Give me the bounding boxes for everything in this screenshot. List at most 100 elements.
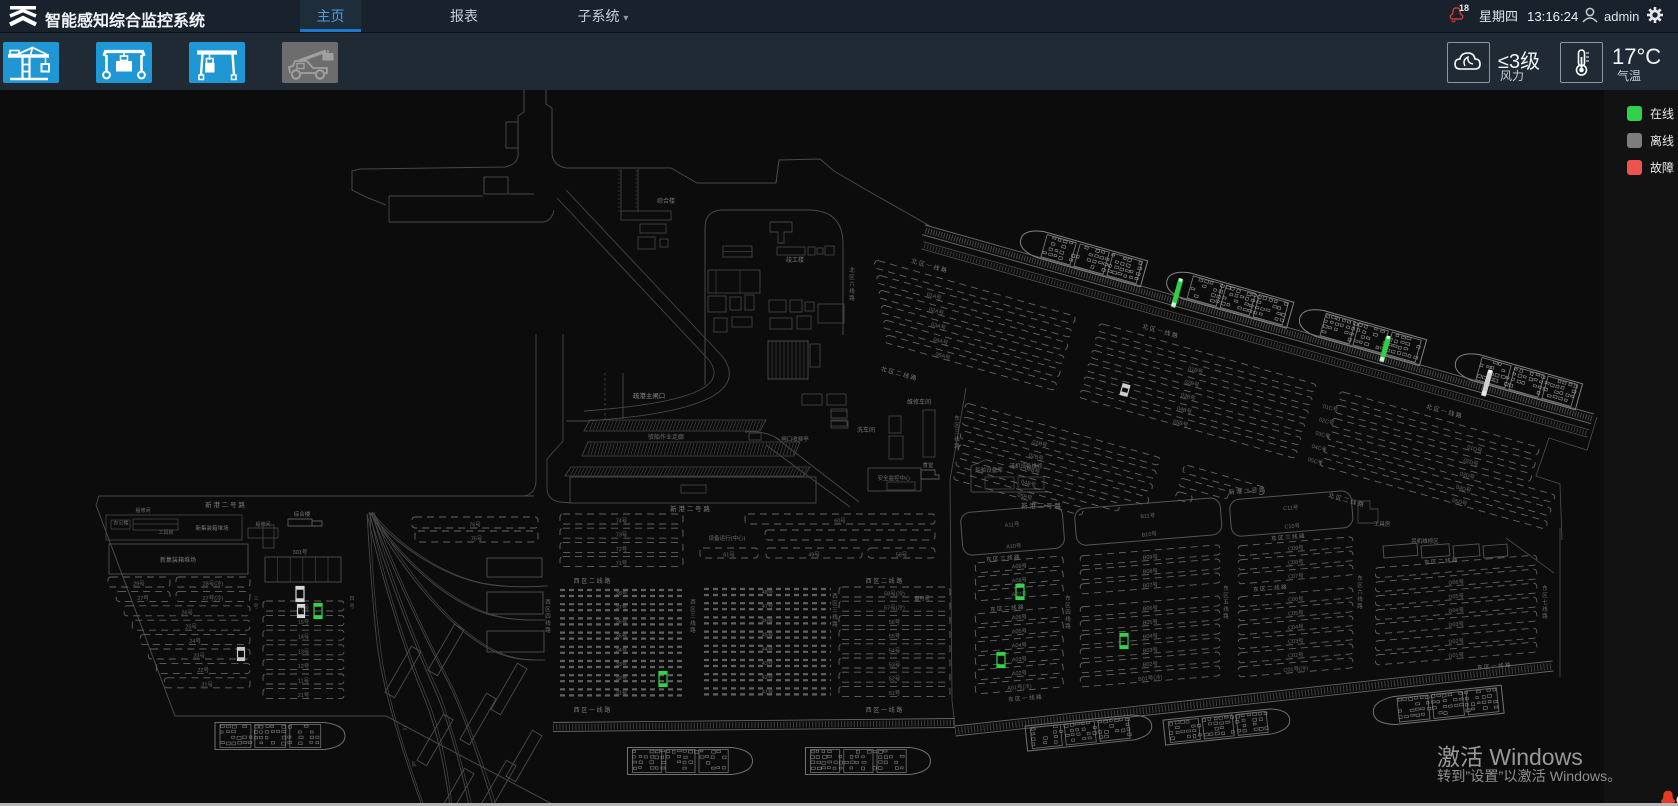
svg-text:C02号: C02号: [1288, 651, 1305, 659]
svg-text:33号: 33号: [616, 661, 628, 668]
svg-text:51号: 51号: [889, 690, 901, 697]
svg-text:新 港 二 号 路: 新 港 二 号 路: [670, 504, 710, 513]
svg-text:12号: 12号: [298, 663, 310, 670]
svg-text:21号: 21号: [298, 692, 310, 699]
svg-text:41号: 41号: [762, 688, 774, 695]
svg-text:驳船作业走廊: 驳船作业走廊: [648, 433, 684, 441]
svg-text:线: 线: [1223, 605, 1229, 613]
svg-text:六: 六: [849, 280, 855, 288]
svg-text:B07号: B07号: [1142, 581, 1158, 589]
svg-text:工具房: 工具房: [158, 529, 173, 536]
svg-text:A02号: A02号: [1012, 669, 1028, 677]
svg-text:工具房: 工具房: [1374, 520, 1391, 528]
svg-text:A09号: A09号: [1012, 562, 1028, 570]
svg-text:线: 线: [545, 619, 551, 627]
svg-text:38号: 38号: [616, 590, 628, 597]
svg-text:区: 区: [954, 422, 960, 429]
svg-text:D01号: D01号: [1448, 651, 1465, 659]
svg-text:23号: 23号: [193, 653, 205, 660]
svg-text:B06号: B06号: [1142, 604, 1158, 612]
svg-text:西: 西: [545, 599, 551, 606]
svg-text:37号: 37号: [616, 604, 628, 611]
svg-text:西 区 二 线 路: 西 区 二 线 路: [574, 577, 611, 585]
svg-text:三: 三: [954, 429, 960, 436]
svg-text:东: 东: [1223, 584, 1229, 592]
svg-text:西 区 一 线 路: 西 区 一 线 路: [574, 706, 611, 714]
svg-text:三: 三: [402, 726, 407, 732]
svg-text:三: 三: [690, 613, 696, 620]
svg-text:路: 路: [832, 620, 838, 628]
svg-text:54号: 54号: [889, 647, 901, 654]
svg-text:36号: 36号: [616, 618, 628, 625]
svg-text:东: 东: [1065, 594, 1071, 602]
svg-text:31号: 31号: [616, 689, 628, 696]
svg-text:区: 区: [690, 606, 696, 613]
svg-text:58号: 58号: [896, 552, 908, 559]
svg-text:44号: 44号: [762, 646, 774, 653]
svg-text:76号: 76号: [469, 522, 481, 529]
svg-text:安全监控中心: 安全监控中心: [877, 474, 911, 482]
svg-text:区: 区: [849, 274, 855, 281]
svg-text:新 港 二 号 路: 新 港 二 号 路: [205, 500, 245, 509]
svg-text:45号: 45号: [762, 632, 774, 639]
svg-text:路: 路: [545, 626, 551, 634]
svg-text:301号: 301号: [293, 549, 308, 556]
svg-text:食堂: 食堂: [922, 461, 934, 469]
svg-text:55号: 55号: [889, 633, 901, 640]
svg-text:路: 路: [690, 626, 696, 634]
svg-text:区: 区: [1065, 602, 1071, 609]
svg-text:C05号: C05号: [1288, 609, 1305, 617]
svg-text:47号: 47号: [762, 603, 774, 610]
svg-text:四: 四: [1065, 609, 1071, 616]
svg-text:四: 四: [545, 613, 551, 620]
svg-text:28号(冷): 28号(冷): [203, 580, 224, 588]
svg-text:船修间: 船修间: [135, 507, 150, 514]
svg-text:故障: 故障: [1650, 160, 1674, 175]
svg-text:路: 路: [1357, 602, 1363, 610]
svg-text:B05号: B05号: [1142, 618, 1158, 626]
svg-text:D02号: D02号: [1448, 637, 1465, 645]
svg-text:B09号: B09号: [1142, 553, 1158, 561]
svg-text:57号(冷): 57号(冷): [884, 604, 905, 612]
svg-text:综合楼: 综合楼: [294, 510, 311, 518]
svg-text:14号: 14号: [298, 634, 310, 641]
svg-text:61号: 61号: [723, 552, 735, 559]
svg-text:A10号: A10号: [1006, 542, 1022, 550]
svg-text:73号: 73号: [616, 532, 628, 539]
svg-text:西 区 二 线 路: 西 区 二 线 路: [866, 577, 903, 585]
svg-text:13:16:24: 13:16:24: [1527, 9, 1578, 24]
svg-text:七: 七: [1542, 598, 1548, 606]
svg-text:北: 北: [849, 266, 855, 274]
svg-text:六: 六: [1357, 588, 1363, 596]
svg-text:区: 区: [832, 600, 838, 607]
svg-text:队: 队: [411, 761, 416, 768]
svg-text:A03号: A03号: [1012, 655, 1028, 663]
svg-text:竣工楼: 竣工楼: [786, 256, 804, 264]
svg-text:29号: 29号: [133, 581, 145, 588]
svg-text:区: 区: [1542, 592, 1548, 599]
svg-text:26号: 26号: [181, 609, 193, 616]
svg-text:维修车间: 维修车间: [907, 398, 931, 406]
svg-text:五: 五: [1223, 599, 1229, 606]
svg-text:27号(冷): 27号(冷): [203, 594, 224, 602]
svg-text:34号: 34号: [616, 647, 628, 654]
svg-text:56号: 56号: [889, 619, 901, 626]
svg-text:综合楼: 综合楼: [657, 197, 675, 205]
svg-text:75号: 75号: [471, 536, 483, 543]
svg-text:42号: 42号: [762, 674, 774, 681]
svg-text:A04号: A04号: [1012, 641, 1028, 649]
svg-text:线: 线: [1065, 615, 1071, 623]
svg-text:25号: 25号: [185, 624, 197, 631]
svg-text:星期四: 星期四: [1479, 9, 1518, 24]
svg-text:四: 四: [349, 596, 354, 602]
svg-text:49号: 49号: [808, 552, 820, 559]
svg-text:52号: 52号: [889, 676, 901, 683]
svg-text:11号: 11号: [298, 678, 310, 685]
svg-text:A11号: A11号: [1004, 521, 1020, 529]
svg-text:备电间: 备电间: [914, 595, 929, 602]
svg-text:71号: 71号: [616, 560, 628, 567]
svg-text:区: 区: [1357, 582, 1363, 589]
svg-text:设备运行(中心): 设备运行(中心): [709, 534, 746, 542]
svg-text:15号: 15号: [298, 619, 310, 626]
svg-text:东: 东: [954, 414, 960, 422]
